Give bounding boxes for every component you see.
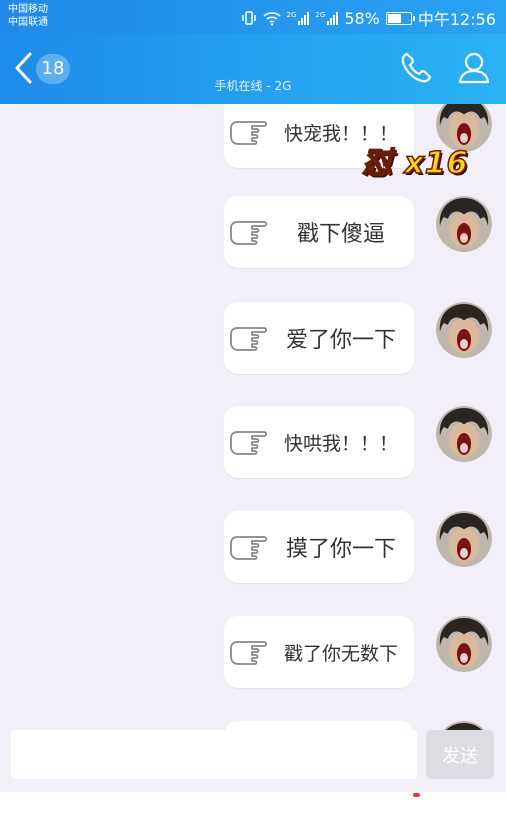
message-text: 戳下傻逼 (296, 222, 385, 247)
message-row: 戳下傻逼 (0, 196, 506, 268)
status-bar: 中国移动 中国联通 2G 2G 58% 中午12:56 (0, 0, 506, 34)
avatar[interactable] (436, 721, 492, 730)
message-input[interactable] (11, 730, 417, 779)
avatar[interactable] (436, 616, 492, 672)
message-row: 快哄我！！！ (0, 406, 506, 478)
message-bubble[interactable] (224, 721, 414, 730)
message-bubble[interactable]: 摸了你一下 (224, 511, 414, 583)
message-bubble[interactable]: 快哄我！！！ (224, 406, 414, 478)
avatar[interactable] (436, 406, 492, 462)
carrier-1: 中国移动 (8, 4, 48, 15)
poke-hand-icon (230, 431, 268, 455)
message-row: 戳了你无数下 (0, 616, 506, 688)
notification-dot (413, 793, 420, 797)
poke-hand-icon (230, 536, 268, 560)
phone-icon[interactable] (398, 50, 434, 86)
poke-hand-icon (230, 327, 268, 351)
battery-percent: 58% (344, 8, 380, 28)
clock: 中午12:56 (417, 10, 496, 29)
battery-fill (387, 13, 401, 23)
vibrate-icon (241, 11, 256, 25)
message-bubble[interactable]: 戳下傻逼 (224, 196, 414, 268)
message-text: 爱了你一下 (285, 328, 396, 353)
carrier-info: 中国移动 中国联通 (8, 3, 48, 29)
chat-header: 18 手机在线 - 2G (0, 34, 506, 104)
network-type-1: 2G (286, 11, 297, 19)
message-text: 快哄我！！！ (283, 432, 398, 455)
poke-hand-icon (230, 641, 268, 665)
signal-1-icon: 2G (287, 11, 310, 25)
poke-hand-icon (230, 121, 268, 145)
input-bar: 发送 (0, 730, 506, 792)
status-icons: 2G 2G 58% 中午12:56 (241, 6, 496, 30)
profile-icon[interactable] (456, 50, 492, 86)
bottom-panel (0, 792, 506, 823)
chat-messages[interactable]: 快宠我！！！ 戳下傻逼 爱了你一下 快哄我！！！ 摸了你一下 戳了你无数下 怼 x16 (0, 104, 506, 730)
signal-2-icon: 2G (315, 11, 339, 25)
poke-hand-icon (230, 221, 268, 245)
combo-counter: 怼 x16 (361, 145, 469, 182)
battery-icon (385, 11, 415, 25)
avatar[interactable] (436, 302, 492, 358)
message-text: 摸了你一下 (285, 537, 396, 562)
avatar[interactable] (436, 511, 492, 567)
wifi-icon (262, 12, 281, 26)
network-type-2: 2G (315, 11, 326, 19)
message-row (0, 721, 506, 730)
message-row: 摸了你一下 (0, 511, 506, 583)
message-text: 戳了你无数下 (283, 642, 398, 665)
message-bubble[interactable]: 戳了你无数下 (224, 616, 414, 688)
send-button[interactable]: 发送 (426, 730, 494, 779)
message-bubble[interactable]: 爱了你一下 (224, 302, 414, 374)
carrier-2: 中国联通 (8, 17, 48, 28)
avatar[interactable] (436, 196, 492, 252)
message-row: 爱了你一下 (0, 302, 506, 374)
